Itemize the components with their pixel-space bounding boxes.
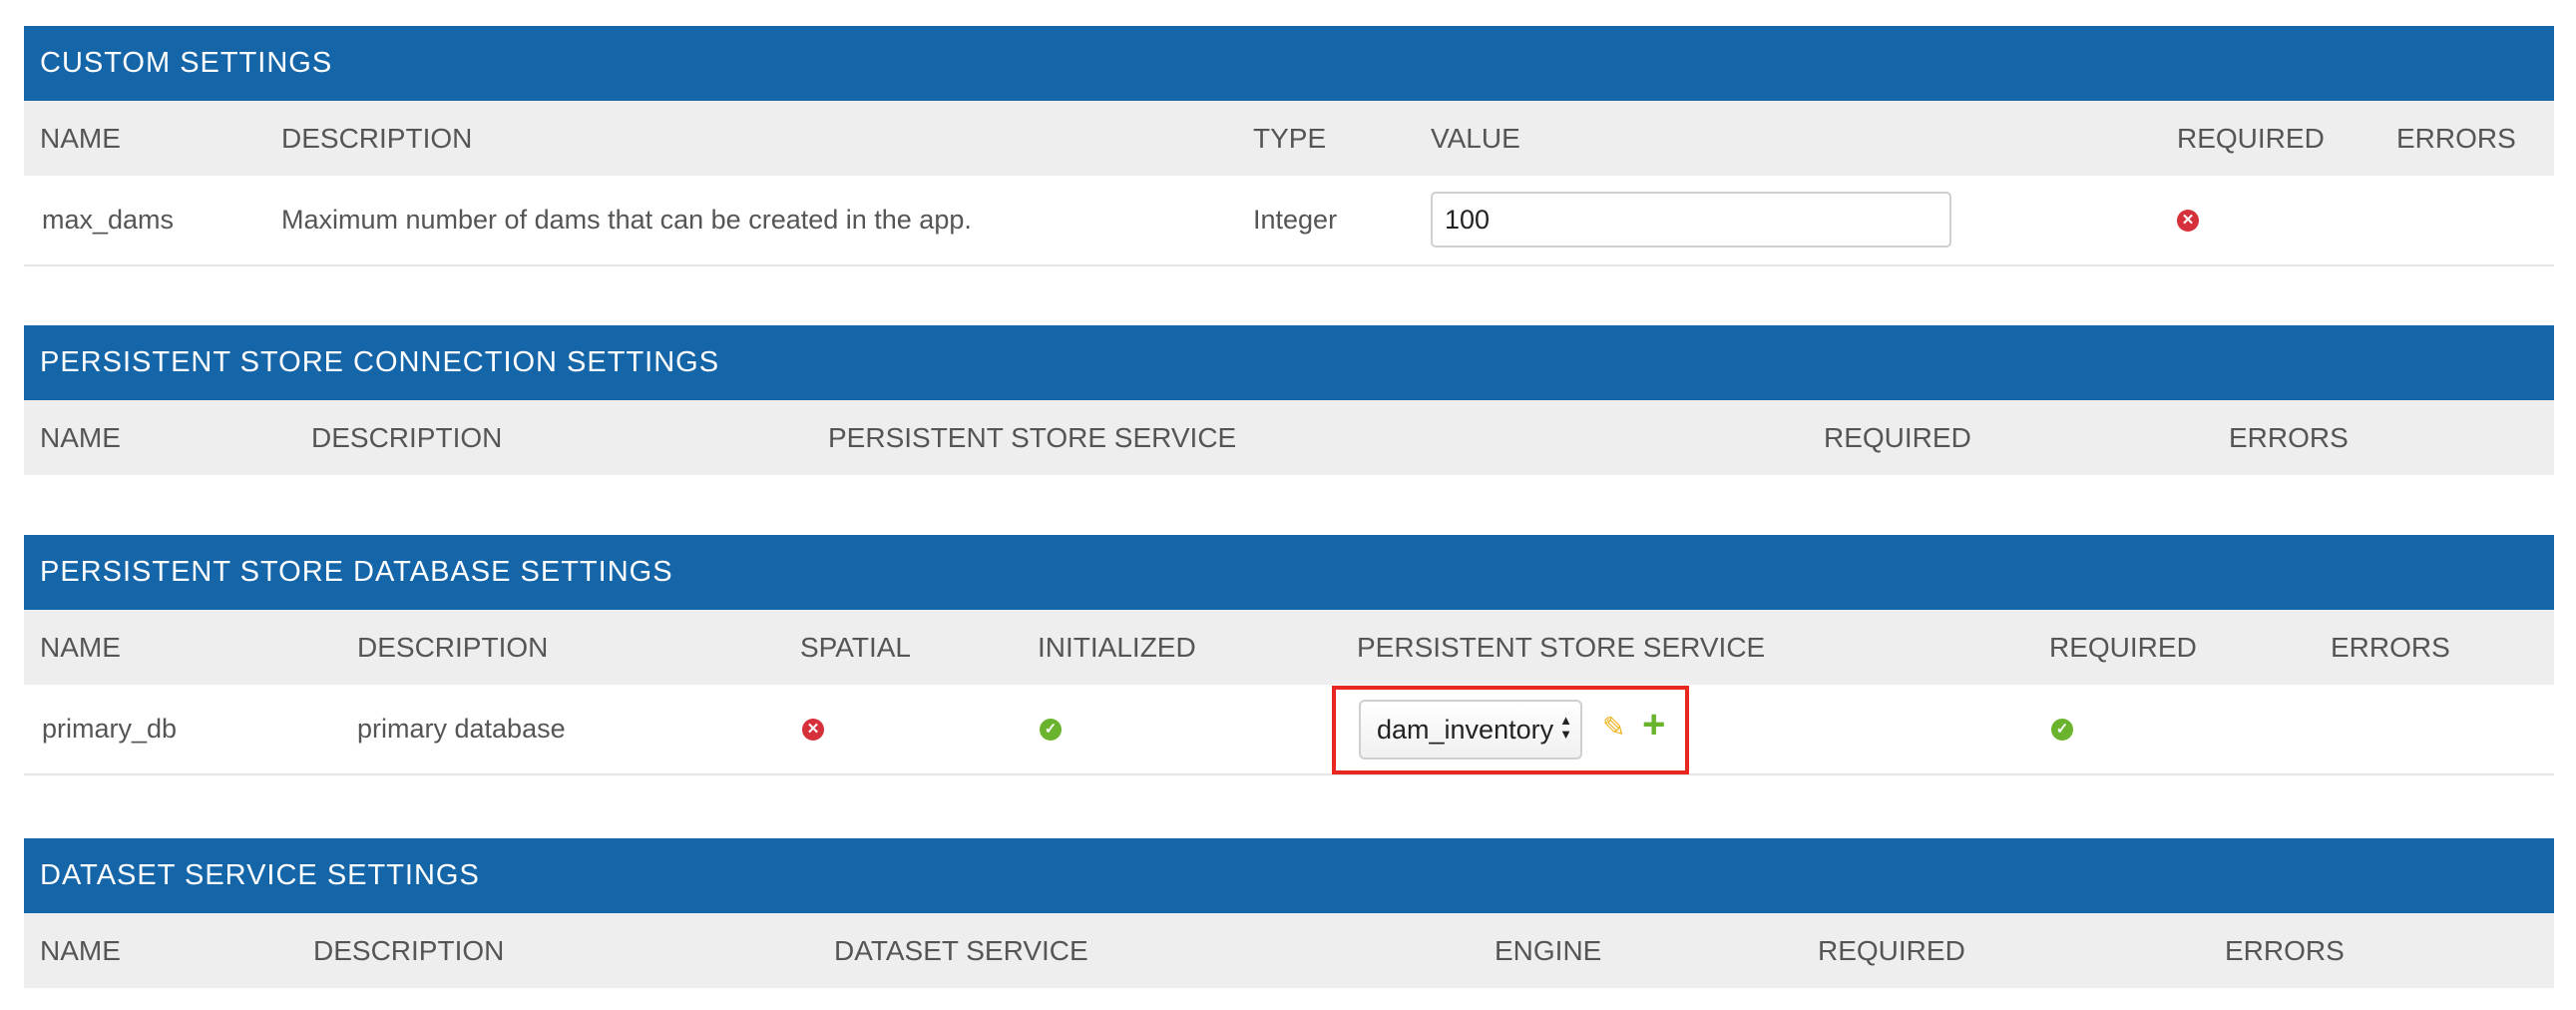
column-name: NAME	[40, 421, 121, 453]
column-description: DESCRIPTION	[311, 421, 503, 453]
pencil-icon[interactable]: ✎	[1602, 711, 1625, 744]
column-required: REQUIRED	[2049, 631, 2197, 663]
persistent-store-database-title: PERSISTENT STORE DATABASE SETTINGS	[24, 535, 2554, 610]
setting-name: primary_db	[42, 714, 178, 744]
column-description: DESCRIPTION	[313, 934, 505, 966]
setting-description: primary database	[357, 714, 566, 744]
required-status: ✓	[2051, 685, 2073, 773]
column-required: REQUIRED	[1824, 421, 1971, 453]
setting-name: max_dams	[42, 205, 175, 235]
initialized-status: ✓	[1040, 685, 1062, 773]
plus-icon[interactable]: +	[1642, 703, 1665, 748]
dataset-service-title: DATASET SERVICE SETTINGS	[24, 838, 2554, 913]
column-type: TYPE	[1253, 122, 1327, 154]
column-required: REQUIRED	[1818, 934, 1965, 966]
persistent-store-connection-title: PERSISTENT STORE CONNECTION SETTINGS	[24, 325, 2554, 400]
value-input[interactable]	[1431, 192, 1951, 248]
check-circle-icon: ✓	[2051, 718, 2073, 741]
column-description: DESCRIPTION	[357, 631, 549, 663]
select-value: dam_inventory	[1377, 714, 1554, 745]
custom-settings-title: CUSTOM SETTINGS	[24, 26, 2554, 101]
persistent-store-service-select[interactable]: dam_inventory ▲ ▼	[1359, 700, 1582, 759]
column-name: NAME	[40, 631, 121, 663]
column-value: VALUE	[1431, 122, 1520, 154]
column-persistent-store-service: PERSISTENT STORE SERVICE	[1357, 631, 1766, 663]
column-errors: ERRORS	[2396, 122, 2516, 154]
custom-settings-section: CUSTOM SETTINGS NAME DESCRIPTION TYPE VA…	[24, 26, 2554, 266]
column-engine: ENGINE	[1495, 934, 1602, 966]
check-circle-icon: ✓	[1040, 718, 1062, 741]
setting-description: Maximum number of dams that can be creat…	[281, 205, 972, 235]
persistent-store-database-header-row: NAME DESCRIPTION SPATIAL INITIALIZED PER…	[24, 610, 2554, 685]
table-row: max_dams Maximum number of dams that can…	[24, 176, 2554, 266]
persistent-store-connection-header-row: NAME DESCRIPTION PERSISTENT STORE SERVIC…	[24, 400, 2554, 475]
column-errors: ERRORS	[2225, 934, 2345, 966]
column-persistent-store-service: PERSISTENT STORE SERVICE	[828, 421, 1237, 453]
table-row: primary_db primary database ✕ ✓ dam_inve…	[24, 685, 2554, 775]
column-initialized: INITIALIZED	[1038, 631, 1196, 663]
dataset-service-header-row: NAME DESCRIPTION DATASET SERVICE ENGINE …	[24, 913, 2554, 988]
column-errors: ERRORS	[2229, 421, 2349, 453]
setting-type: Integer	[1253, 205, 1338, 235]
column-errors: ERRORS	[2331, 631, 2450, 663]
custom-settings-header-row: NAME DESCRIPTION TYPE VALUE REQUIRED ERR…	[24, 101, 2554, 176]
column-spatial: SPATIAL	[800, 631, 912, 663]
persistent-store-connection-section: PERSISTENT STORE CONNECTION SETTINGS NAM…	[24, 325, 2554, 475]
x-circle-icon: ✕	[802, 718, 824, 741]
column-required: REQUIRED	[2177, 122, 2325, 154]
required-status: ✕	[2177, 176, 2199, 264]
column-description: DESCRIPTION	[281, 122, 473, 154]
x-circle-icon: ✕	[2177, 209, 2199, 232]
column-name: NAME	[40, 122, 121, 154]
spatial-status: ✕	[802, 685, 824, 773]
column-name: NAME	[40, 934, 121, 966]
column-dataset-service: DATASET SERVICE	[834, 934, 1088, 966]
dataset-service-section: DATASET SERVICE SETTINGS NAME DESCRIPTIO…	[24, 838, 2554, 988]
select-arrows-icon: ▲ ▼	[1559, 713, 1572, 742]
persistent-store-database-section: PERSISTENT STORE DATABASE SETTINGS NAME …	[24, 535, 2554, 775]
